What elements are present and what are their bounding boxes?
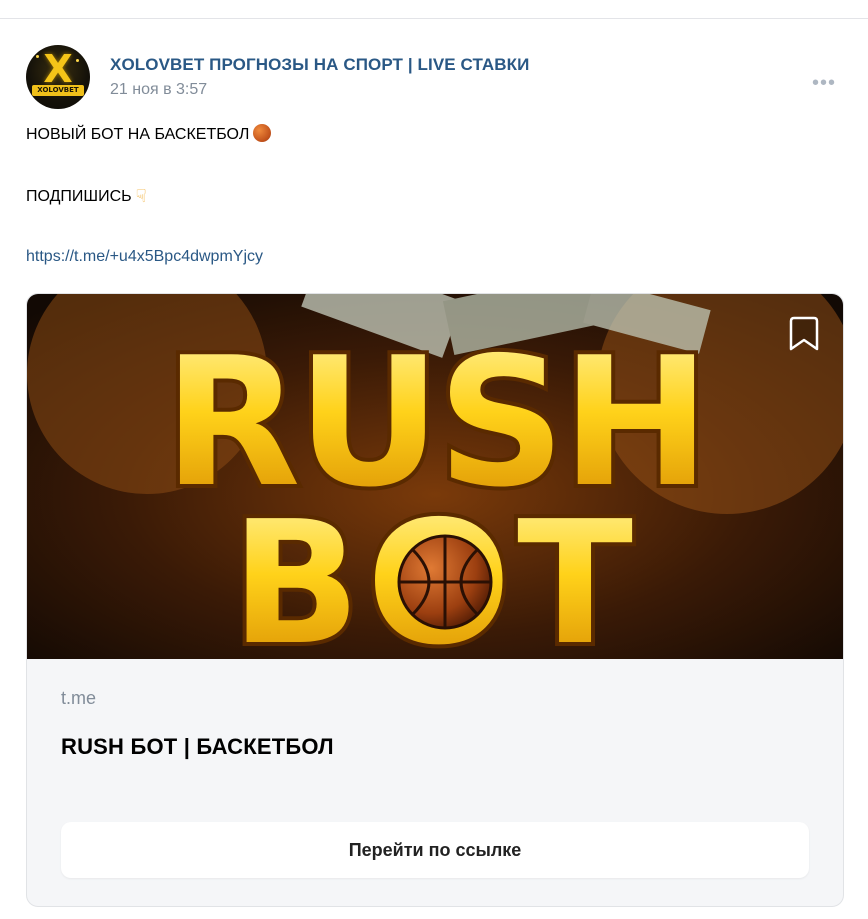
- card-cover-image[interactable]: RUSH BOT: [27, 294, 843, 659]
- card-domain: t.me: [61, 688, 97, 708]
- post-text-line: ПОДПИШИСЬ ☟: [26, 186, 147, 207]
- post-date[interactable]: 21 ноя в 3:57: [110, 81, 207, 99]
- more-options-icon[interactable]: •••: [812, 73, 836, 93]
- group-avatar[interactable]: X XOLOVBET: [26, 45, 90, 109]
- basketball-icon: [253, 124, 272, 142]
- post-header: X XOLOVBET XOLOVBET ПРОГНОЗЫ НА СПОРТ | …: [26, 43, 842, 109]
- bookmark-icon[interactable]: [787, 314, 821, 354]
- post-text: НОВЫЙ БОТ НА БАСКЕТБОЛ: [26, 126, 250, 143]
- top-strip: [0, 0, 868, 18]
- link-preview-card[interactable]: RUSH BOT t.me RUSH БОТ | БАСКЕТБОЛ Перей…: [26, 293, 844, 907]
- pointing-down-icon: ☟: [135, 186, 147, 206]
- group-name-link[interactable]: XOLOVBET ПРОГНОЗЫ НА СПОРТ | LIVE СТАВКИ: [110, 55, 529, 75]
- post-text-line: НОВЫЙ БОТ НА БАСКЕТБОЛ: [26, 124, 272, 144]
- basketball-icon: [397, 534, 493, 630]
- avatar-band-text: XOLOVBET: [32, 85, 84, 96]
- open-link-button[interactable]: Перейти по ссылке: [61, 822, 809, 878]
- post-link[interactable]: https://t.me/+u4x5Bpc4dwpmYjcy: [26, 248, 263, 266]
- post-text: ПОДПИШИСЬ: [26, 188, 132, 205]
- card-title[interactable]: RUSH БОТ | БАСКЕТБОЛ: [61, 734, 334, 760]
